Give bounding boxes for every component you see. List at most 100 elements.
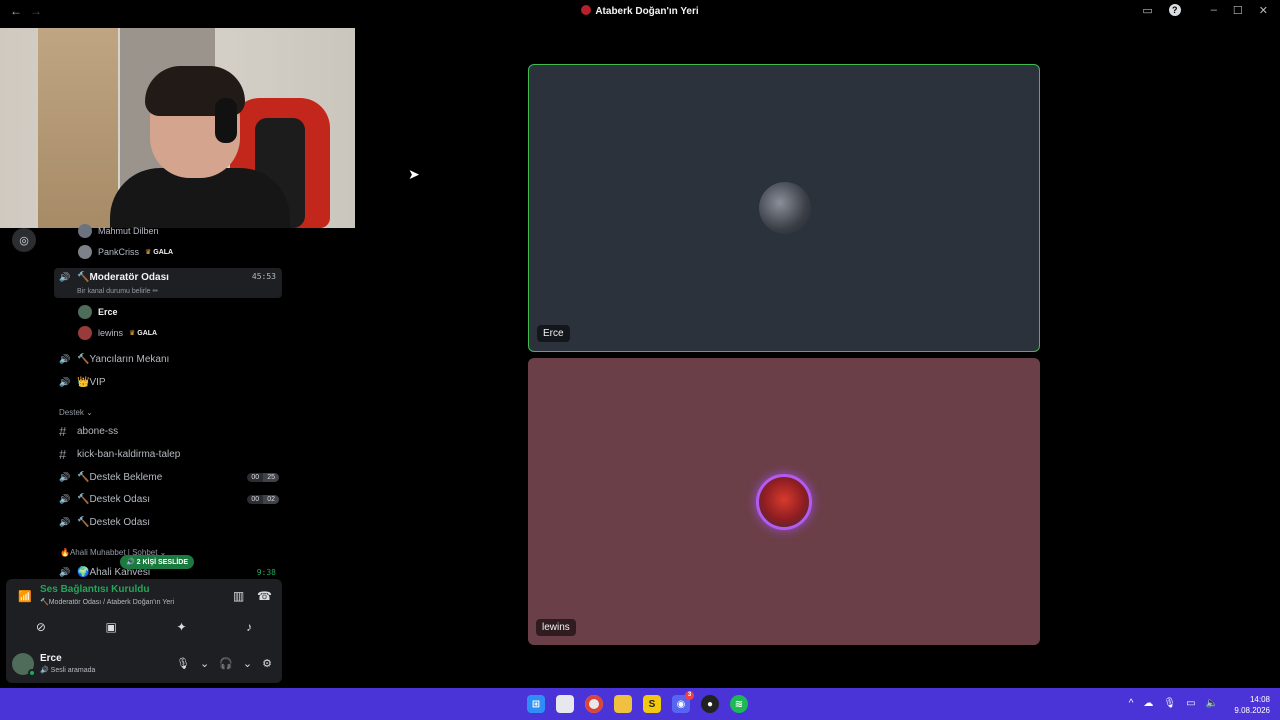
user-count-pill: 00 02: [247, 494, 279, 504]
clock-date: 9.08.2026: [1234, 706, 1270, 715]
voice-channel[interactable]: 🔊 🔨Yancıların Mekanı: [54, 349, 282, 369]
chevron-down-icon[interactable]: ⌄: [243, 657, 252, 670]
avatar: [78, 245, 92, 259]
participant-name: Erce: [537, 325, 570, 342]
channel-name: kick-ban-kaldirma-talep: [77, 448, 181, 460]
user-name[interactable]: Erce: [40, 653, 62, 664]
crown-icon: ♛: [129, 330, 136, 337]
video-tile[interactable]: lewins: [528, 358, 1040, 645]
channel-name: 🔨Destek Odası: [77, 493, 151, 505]
voice-connection-panel: 📶 Ses Bağlantısı Kuruldu 🔨Moderatör Odas…: [6, 579, 282, 645]
speaker-icon: 🔊: [59, 353, 71, 364]
discord-icon[interactable]: ◉ 3: [672, 691, 694, 713]
channel-name: 🔨Destek Bekleme: [77, 471, 163, 483]
server-icon: [581, 5, 592, 15]
taskbar: ⊞ S ◉ 3 ● ≋ ^ ☁ 🎙 ▭ 🔈 14:08 9.08.2026: [0, 688, 1280, 720]
maximize-icon[interactable]: ☐: [1233, 4, 1243, 17]
speaker-icon: 🔊: [59, 493, 71, 504]
spotify-icon[interactable]: ≋: [730, 695, 748, 713]
crown-icon: ♛: [145, 249, 152, 256]
activities-icon[interactable]: ✦: [176, 620, 186, 634]
category-destek[interactable]: Destek ⌄: [59, 408, 93, 417]
gala-badge: ♛ GALA: [145, 249, 174, 256]
speaker-icon: 🔊: [59, 376, 71, 387]
channel-name: abone-ss: [77, 425, 119, 437]
speaker-icon: 🔊: [59, 566, 71, 577]
channel-timer: 45:53: [251, 272, 276, 281]
sublime-icon[interactable]: S: [643, 695, 661, 713]
voice-user[interactable]: lewins ♛ GALA: [78, 324, 157, 342]
text-channel[interactable]: # abone-ss: [59, 421, 279, 441]
user-panel: Erce 🔊 Sesli aramada 🎙 ⌄ 🎧 ⌄ ⚙: [6, 645, 282, 683]
mouse-cursor-icon: ➤: [408, 166, 420, 182]
user-count-pill: 00 25: [247, 472, 279, 482]
file-explorer-window-icon[interactable]: [556, 695, 574, 713]
chevron-up-icon[interactable]: ^: [1129, 698, 1134, 709]
discover-icon[interactable]: ◎: [12, 228, 36, 252]
inbox-icon[interactable]: ▭: [1142, 4, 1152, 17]
disconnect-icon[interactable]: ☎: [257, 589, 272, 603]
voice-connected-title[interactable]: Ses Bağlantısı Kuruldu: [40, 584, 149, 595]
windows-start-icon[interactable]: ⊞: [527, 695, 545, 713]
speaker-icon[interactable]: 🔈: [1206, 698, 1218, 709]
settings-gear-icon[interactable]: ⚙: [262, 657, 272, 670]
screen-share-icon[interactable]: ▣: [106, 620, 117, 634]
participant-name: lewins: [536, 619, 576, 636]
channel-name: 👑VIP: [77, 376, 106, 388]
hash-icon: #: [59, 423, 67, 439]
monitor-icon[interactable]: ▭: [1186, 698, 1195, 709]
minimize-icon[interactable]: –: [1211, 4, 1217, 17]
avatar: [78, 305, 92, 319]
title-bar: ← → Ataberk Doğan'ın Yeri ▭ ? – ☐ ✕: [0, 0, 1280, 22]
camera-off-icon[interactable]: ⊘: [36, 620, 46, 634]
folder-icon[interactable]: [614, 695, 632, 713]
voice-user-name: Mahmut Dilben: [98, 226, 159, 236]
user-status: 🔊 Sesli aramada: [40, 667, 96, 674]
text-channel[interactable]: # kick-ban-kaldirma-talep: [59, 444, 279, 464]
speaker-icon: 🔊: [59, 516, 71, 527]
voice-channel[interactable]: 🔊 🔨Destek Bekleme 00 25: [59, 467, 279, 487]
avatar: [78, 224, 92, 238]
avatar: [78, 326, 92, 340]
voice-channel[interactable]: 🔊 🔨Destek Odası 00 02: [59, 489, 279, 509]
system-tray: ^ ☁ 🎙 ▭ 🔈: [1129, 698, 1218, 709]
close-icon[interactable]: ✕: [1259, 4, 1268, 17]
user-controls: 🎙 ⌄ 🎧 ⌄ ⚙: [176, 657, 272, 670]
voice-connected-location[interactable]: 🔨Moderatör Odası / Ataberk Doğan'ın Yeri: [40, 598, 174, 606]
voice-channel[interactable]: 🔊 👑VIP: [54, 372, 282, 392]
clock-time: 14:08: [1249, 695, 1270, 704]
channel-name: 🔨Destek Odası: [77, 516, 151, 528]
taskbar-apps: ⊞ S ◉ 3 ● ≋: [527, 691, 748, 713]
noise-suppression-icon[interactable]: ▥: [233, 589, 244, 603]
video-tile[interactable]: Erce: [528, 64, 1040, 352]
soundboard-icon[interactable]: ♪: [246, 620, 252, 634]
voice-user-name: PankCriss: [98, 247, 140, 257]
window-controls: ▭ ? – ☐ ✕: [1142, 4, 1268, 17]
voice-user-name: lewins: [98, 328, 124, 338]
notification-badge: 3: [685, 691, 694, 700]
voice-user[interactable]: Mahmut Dilben: [78, 222, 159, 240]
window-title: Ataberk Doğan'ın Yeri: [0, 5, 1280, 17]
gala-badge: ♛ GALA: [129, 330, 158, 337]
voice-action-row: ⊘ ▣ ✦ ♪: [6, 615, 282, 639]
voice-activity-pill[interactable]: 🔊 2 KİŞİ SESLİDE: [120, 555, 195, 569]
headphones: [215, 98, 237, 143]
voice-channel[interactable]: 🔊 🔨Destek Odası: [59, 512, 279, 532]
signal-icon[interactable]: 📶: [18, 590, 32, 603]
headphones-icon[interactable]: 🎧: [219, 657, 233, 670]
voice-user[interactable]: PankCriss ♛ GALA: [78, 243, 173, 261]
channel-status-hint[interactable]: Bir kanal durumu belirle ✏: [77, 287, 158, 295]
clock[interactable]: 14:08 9.08.2026: [1234, 694, 1270, 716]
cloud-icon[interactable]: ☁: [1143, 698, 1153, 709]
microphone-icon[interactable]: 🎙: [176, 657, 190, 670]
obs-icon[interactable]: ●: [701, 695, 719, 713]
webcam-overlay: [0, 28, 355, 228]
help-icon[interactable]: ?: [1168, 4, 1181, 16]
voice-user[interactable]: Erce: [78, 303, 118, 321]
channel-timer: 9:38: [256, 567, 276, 577]
voice-user-name: Erce: [98, 307, 118, 317]
channel-name: 🔨Yancıların Mekanı: [77, 353, 170, 365]
microphone-icon[interactable]: 🎙: [1163, 698, 1176, 709]
chrome-icon[interactable]: [585, 695, 603, 713]
chevron-down-icon[interactable]: ⌄: [200, 657, 209, 670]
